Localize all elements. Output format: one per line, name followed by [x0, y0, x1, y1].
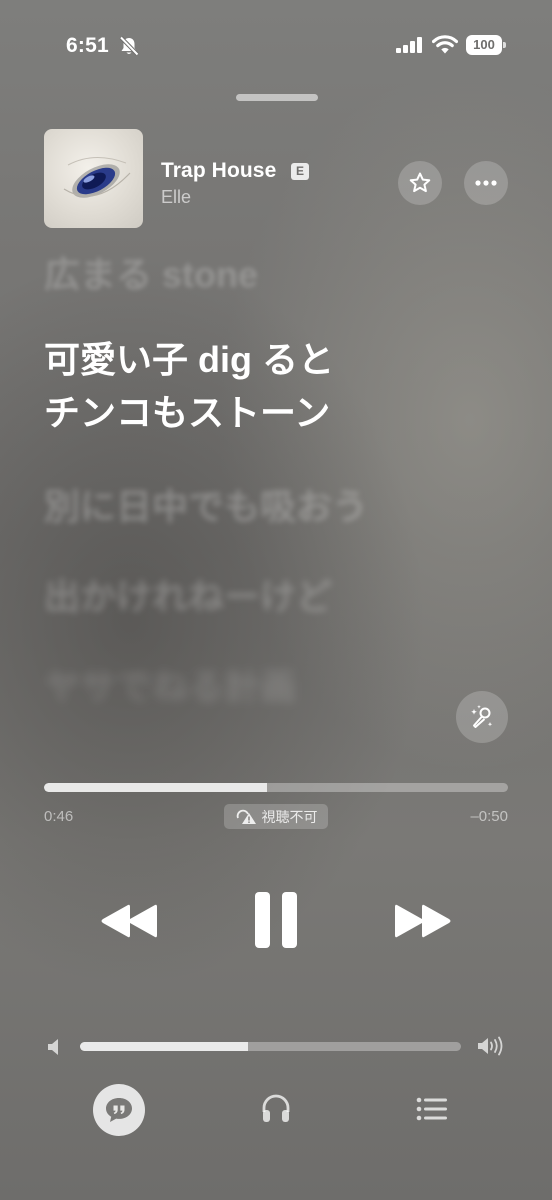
lyric-line-previous[interactable]: 広まる stone	[44, 246, 258, 298]
more-options-button[interactable]	[464, 161, 508, 205]
wifi-icon	[432, 35, 458, 54]
track-title[interactable]: Trap House	[161, 159, 276, 183]
sing-button[interactable]	[456, 691, 508, 743]
playback-unavailable-badge[interactable]: 視聴不可	[224, 804, 328, 829]
fast-forward-icon	[395, 904, 451, 938]
lyrics-button[interactable]	[93, 1084, 145, 1136]
pause-button[interactable]	[253, 892, 299, 948]
star-icon	[409, 172, 431, 193]
elapsed-time: 0:46	[44, 808, 74, 825]
playback-progress-fill	[44, 783, 267, 792]
ellipsis-icon	[475, 180, 497, 186]
pause-icon	[255, 892, 297, 948]
lyric-current-line-2: チンコもストーン	[44, 392, 331, 433]
rewind-icon	[101, 904, 157, 938]
rewind-button[interactable]	[100, 902, 158, 940]
lyric-line-next[interactable]: 別に日中でも吸おう	[44, 478, 368, 530]
explicit-badge: E	[291, 163, 309, 180]
volume-level-fill	[80, 1042, 248, 1051]
favorite-button[interactable]	[398, 161, 442, 205]
playback-scrubber[interactable]	[44, 783, 508, 792]
cellular-signal-icon	[396, 37, 422, 53]
album-artwork-image	[63, 157, 131, 198]
battery-level: 100	[466, 35, 502, 55]
microphone-sparkle-icon	[471, 705, 493, 728]
bell-slash-icon	[119, 36, 139, 56]
volume-slider[interactable]	[80, 1042, 461, 1051]
speaker-high-icon	[478, 1036, 503, 1056]
remaining-time: –0:50	[470, 808, 508, 825]
speaker-low-icon	[48, 1039, 58, 1055]
battery-icon: 100	[466, 35, 506, 55]
album-artwork[interactable]	[44, 129, 143, 228]
lyric-line-next[interactable]: 出かけれねーけど	[44, 568, 332, 620]
headphones-icon	[262, 1094, 290, 1122]
lyric-line-next[interactable]: ヤサでねる計画	[44, 658, 296, 710]
sheet-grabber[interactable]	[236, 94, 318, 101]
unavailable-warning-icon	[236, 809, 256, 824]
status-time: 6:51	[66, 34, 109, 57]
artist-name[interactable]: Elle	[161, 187, 191, 208]
battery-cap	[503, 42, 506, 48]
unavailable-label: 視聴不可	[261, 808, 318, 825]
lyric-line-current[interactable]: 可愛い子 dig ると チンコもストーン	[44, 333, 334, 439]
lyrics-quote-icon	[106, 1098, 132, 1122]
audio-output-button[interactable]	[260, 1092, 292, 1124]
queue-list-icon	[416, 1097, 447, 1121]
queue-button[interactable]	[416, 1096, 448, 1122]
fast-forward-button[interactable]	[394, 902, 452, 940]
lyric-current-line-1: 可愛い子 dig ると	[44, 339, 334, 380]
